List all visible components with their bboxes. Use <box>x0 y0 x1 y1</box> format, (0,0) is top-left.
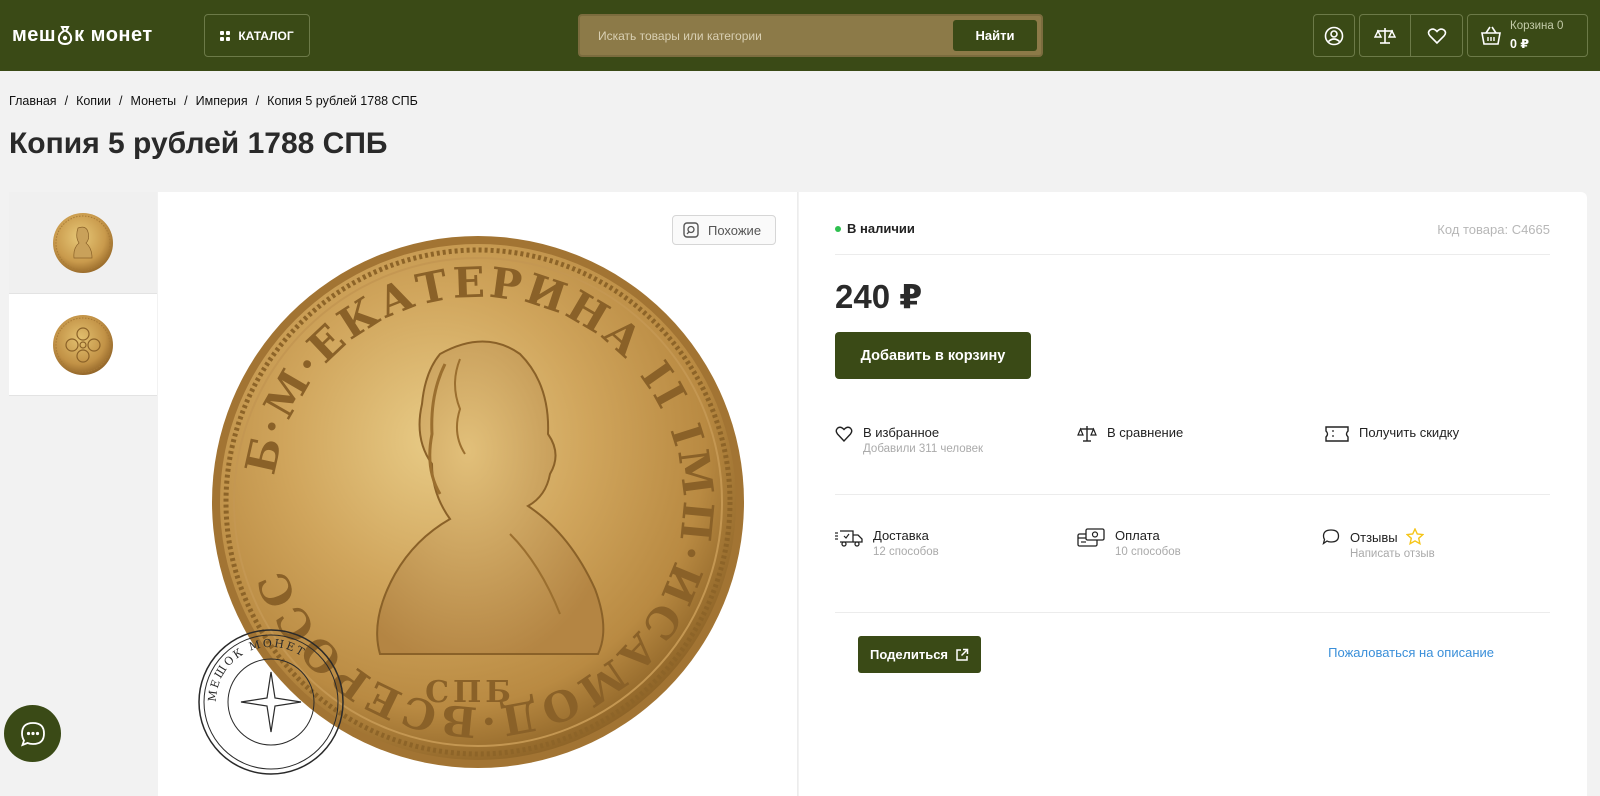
svg-text:МЕШОК МОНЕТ: МЕШОК МОНЕТ <box>206 637 308 703</box>
account-button[interactable] <box>1313 14 1355 57</box>
breadcrumb-empire[interactable]: Империя <box>196 94 248 108</box>
breadcrumb: Главная / Копии / Монеты / Империя / Копия 5… <box>9 94 418 108</box>
divider <box>835 612 1550 613</box>
scales-icon <box>1077 426 1097 442</box>
favorites-title: В избранное <box>863 425 940 440</box>
payment-title: Оплата <box>1115 528 1160 543</box>
favorites-count: Добавили 311 человек <box>863 443 984 455</box>
breadcrumb-current: Копия 5 рублей 1788 СПБ <box>267 94 418 108</box>
breadcrumb-coins[interactable]: Монеты <box>131 94 177 108</box>
get-discount[interactable]: Получить скидку <box>1325 425 1459 443</box>
breadcrumb-copies[interactable]: Копии <box>76 94 111 108</box>
speech-bubble-icon <box>1322 529 1340 546</box>
cart-sum: 0 ₽ <box>1510 37 1530 51</box>
heart-icon <box>1427 27 1446 44</box>
basket-icon <box>1481 26 1501 45</box>
compare-title: В сравнение <box>1107 425 1184 440</box>
user-icon <box>1324 26 1344 45</box>
search-bar: Найти <box>578 14 1043 57</box>
compare-header-button[interactable] <box>1360 15 1412 56</box>
coin-mint-mark: СПБ <box>425 675 515 710</box>
price: 240 ₽ <box>835 278 923 315</box>
discount-title: Получить скидку <box>1359 425 1460 440</box>
star-icon <box>1405 527 1425 546</box>
divider <box>835 494 1550 495</box>
chat-icon <box>20 721 45 747</box>
page-title: Копия 5 рублей 1788 СПБ <box>9 127 388 160</box>
reviews-title-row: Отзывы <box>1350 527 1435 546</box>
share-label: Поделиться <box>869 647 949 662</box>
thumbnail-obverse[interactable] <box>9 192 157 294</box>
logo-text-right: к монет <box>74 23 153 46</box>
delivery-sub: 12 способов <box>873 546 939 558</box>
header: меш к монет КАТАЛОГ Найти <box>0 0 1600 71</box>
breadcrumb-home[interactable]: Главная <box>9 94 57 108</box>
watermark-stamp: МЕШОК МОНЕТ <box>198 629 344 775</box>
payment-sub: 10 способов <box>1115 546 1181 558</box>
complain-link[interactable]: Пожаловаться на описание <box>1328 645 1494 660</box>
heart-outline-icon <box>835 426 853 443</box>
payment-card-icon <box>1077 528 1105 547</box>
bag-icon <box>57 26 73 45</box>
product-info-panel: В наличии Код товара: C4665 240 ₽ Добави… <box>799 192 1587 796</box>
stock-status: В наличии <box>835 221 915 236</box>
chat-button[interactable] <box>4 705 61 762</box>
search-button[interactable]: Найти <box>953 20 1037 51</box>
stamp-text: МЕШОК МОНЕТ <box>206 637 306 703</box>
logo-text-left: меш <box>12 23 57 46</box>
cart-button[interactable]: Корзина 0 0 ₽ <box>1467 14 1588 57</box>
compare-favorites-group <box>1359 14 1463 57</box>
ticket-icon <box>1325 426 1349 442</box>
share-button[interactable]: Поделиться <box>858 636 981 673</box>
favorites-header-button[interactable] <box>1411 15 1462 56</box>
product-image-panel: Похожие Б·М·ЕКАТЕРИНА II IMП·ИСАМОД·ВСЕР… <box>158 192 798 796</box>
reviews-info[interactable]: Отзывы Написать отзыв <box>1322 527 1435 562</box>
external-link-icon <box>956 648 969 661</box>
divider <box>835 254 1550 255</box>
coin-obverse-thumb <box>53 212 113 273</box>
catalog-button[interactable]: КАТАЛОГ <box>204 14 310 57</box>
truck-icon <box>835 530 863 547</box>
grid-icon <box>220 30 231 41</box>
add-to-favorites[interactable]: В избранное Добавили 311 человек <box>835 425 983 457</box>
reviews-title: Отзывы <box>1350 530 1398 545</box>
add-to-compare[interactable]: В сравнение <box>1077 425 1183 443</box>
reviews-sub: Написать отзыв <box>1350 548 1435 560</box>
stock-label: В наличии <box>847 221 915 236</box>
delivery-title: Доставка <box>873 528 929 543</box>
search-input[interactable] <box>580 16 950 55</box>
site-logo[interactable]: меш к монет <box>12 18 153 52</box>
payment-info[interactable]: Оплата 10 способов <box>1077 528 1181 560</box>
cart-label: Корзина 0 <box>1510 20 1564 32</box>
add-to-cart-button[interactable]: Добавить в корзину <box>835 332 1031 379</box>
thumbnail-reverse[interactable] <box>9 294 157 396</box>
product-code: Код товара: C4665 <box>1437 222 1550 237</box>
coin-reverse-thumb <box>53 314 113 375</box>
stock-dot-icon <box>835 225 841 232</box>
delivery-info[interactable]: Доставка 12 способов <box>835 528 939 560</box>
catalog-label: КАТАЛОГ <box>238 28 294 43</box>
scales-icon <box>1374 27 1396 44</box>
